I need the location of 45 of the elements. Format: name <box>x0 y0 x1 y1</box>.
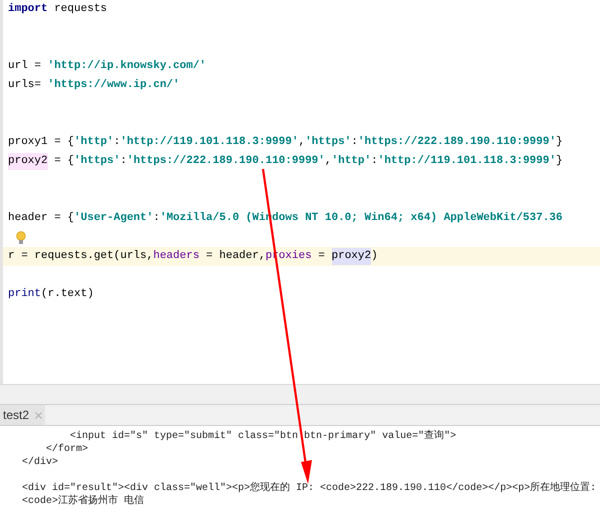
tab-label: test2 <box>3 407 30 424</box>
code-text: r = requests.get(urls, <box>8 249 154 264</box>
string-token: 'http://119.101.118.3:9999' <box>378 154 556 170</box>
code-text: urls= <box>8 78 42 94</box>
code-text: = header, <box>205 249 266 264</box>
code-text: ) <box>371 249 378 264</box>
highlighted-identifier: proxy2 <box>8 153 48 170</box>
string-token: 'User-Agent' <box>74 211 154 226</box>
string-token: 'http://119.101.118.3:9999' <box>120 135 298 150</box>
code-text: url = <box>8 59 42 74</box>
code-text: } <box>556 154 563 170</box>
code-text: (r.text) <box>41 287 94 302</box>
code-editor[interactable] <box>0 0 600 384</box>
string-token: 'https://222.189.190.110:9999' <box>126 154 325 170</box>
code-text: proxy1 = { <box>8 135 74 150</box>
keyword-token: import <box>8 2 48 18</box>
code-text: : <box>153 211 160 226</box>
code-text: = { <box>53 154 74 170</box>
code-text: requests <box>53 2 108 18</box>
output-line: <input id="s" type="submit" class="btn btn-primary" value="查询"> <box>69 430 458 443</box>
string-token: 'https://222.189.190.110:9999' <box>358 135 556 150</box>
code-text: : <box>120 154 127 170</box>
output-line: </form> <box>45 443 90 456</box>
code-text: : <box>114 135 120 150</box>
code-text: } <box>556 135 563 150</box>
lightbulb-icon[interactable] <box>16 230 26 244</box>
string-token: 'http' <box>332 154 372 170</box>
output-line: </div> <box>22 456 60 469</box>
string-token: 'https' <box>305 135 352 150</box>
code-text: = <box>317 249 326 264</box>
editor-tab[interactable]: test2 <box>0 405 46 425</box>
code-text: : <box>351 135 358 150</box>
highlighted-identifier: proxy2 <box>332 248 372 265</box>
code-text: : <box>371 154 378 170</box>
string-token: 'https' <box>74 154 120 170</box>
code-text: header = { <box>8 211 74 226</box>
string-token: 'https://www.ip.cn/' <box>48 78 180 94</box>
output-line: <div id="result"><div class="well"><p>您现在的 IP: <code>222.189.190.110</code></p><p>所在地理位置: <code>江苏省扬州市 电信 <box>22 482 598 508</box>
close-icon[interactable] <box>35 412 42 418</box>
builtin-token: print <box>8 287 42 302</box>
parameter-token: headers <box>153 249 200 264</box>
code-text: , <box>298 135 306 150</box>
code-text: , <box>324 154 332 170</box>
string-token: 'http://ip.knowsky.com/' <box>48 59 206 74</box>
string-token: 'http' <box>74 135 114 150</box>
